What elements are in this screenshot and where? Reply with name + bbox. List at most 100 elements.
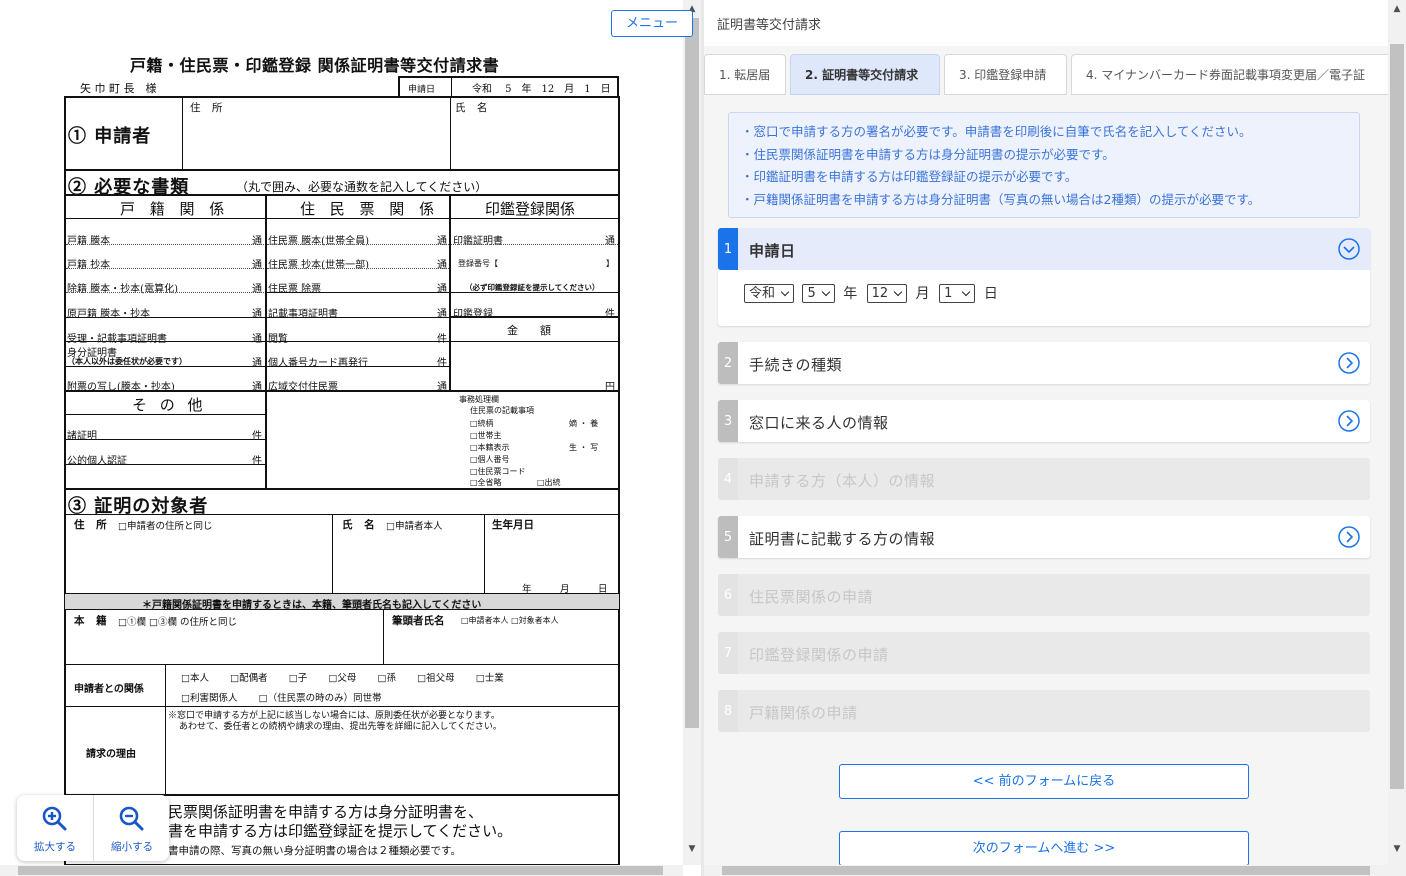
scroll-up-arrow-icon[interactable]: ▲ bbox=[1388, 2, 1406, 16]
unit-label: 通 bbox=[437, 236, 447, 247]
prev-form-button[interactable]: << 前のフォームに戻る bbox=[839, 764, 1249, 799]
year-unit: 年 bbox=[843, 286, 858, 302]
section-number: 7 bbox=[718, 632, 738, 674]
section-title: 窓口に来る人の情報 bbox=[749, 414, 889, 432]
scrollbar-thumb[interactable] bbox=[18, 866, 663, 875]
scrollbar-thumb[interactable] bbox=[1390, 44, 1404, 789]
unit-label: 件 bbox=[437, 334, 447, 345]
form-pane: 証明書等交付請求 1. 転居届 2. 証明書等交付請求 3. 印鑑登録申請 4.… bbox=[704, 0, 1388, 865]
section-family-register-request: 8 戸籍関係の申請 bbox=[718, 690, 1370, 732]
office-item: □個人番号 bbox=[470, 455, 510, 464]
month-select[interactable]: 12 bbox=[866, 283, 908, 303]
chevron-right-icon[interactable] bbox=[1338, 352, 1360, 374]
relation-option: □子 bbox=[288, 673, 308, 684]
top-bar: 証明書等交付請求 bbox=[704, 0, 1388, 46]
scrollbar-corner bbox=[1388, 865, 1406, 876]
section-number: 8 bbox=[718, 690, 738, 732]
inkan-bracket-close: 】 bbox=[606, 259, 614, 268]
sec3-dob-label: 生年月日 bbox=[492, 519, 534, 531]
scrollbar-thumb[interactable] bbox=[685, 18, 699, 728]
unit-label: 通 bbox=[605, 236, 615, 247]
amount-label: 金 額 bbox=[507, 324, 551, 337]
next-form-button[interactable]: 次のフォームへ進む >> bbox=[839, 831, 1249, 865]
section-resident-record-request: 6 住民票関係の申請 bbox=[718, 574, 1370, 616]
chevron-right-icon[interactable] bbox=[1338, 410, 1360, 432]
date-row: 令和 5 年 12 月 1 日 bbox=[744, 283, 1003, 305]
section-title: 証明書に記載する方の情報 bbox=[749, 530, 936, 548]
month-unit: 月 bbox=[915, 286, 930, 302]
unit-label: 通 bbox=[252, 309, 262, 320]
unit-label: 件 bbox=[437, 358, 447, 369]
app-title: 証明書等交付請求 bbox=[717, 18, 822, 33]
sec3-address-label: 住 所 bbox=[74, 519, 111, 531]
relation-option: □（住民票の時のみ）同世帯 bbox=[258, 693, 382, 704]
section-title: 印鑑登録関係の申請 bbox=[749, 646, 889, 664]
relation-label: 申請者との関係 bbox=[74, 684, 144, 695]
chevron-right-icon[interactable] bbox=[1338, 526, 1360, 548]
form-horizontal-scrollbar[interactable] bbox=[704, 865, 1388, 876]
preview-horizontal-scrollbar[interactable] bbox=[0, 865, 683, 876]
office-title: 事務処理欄 bbox=[459, 395, 499, 404]
day-unit: 日 bbox=[983, 286, 998, 302]
chevron-down-icon[interactable] bbox=[1338, 238, 1360, 260]
section-number: 1 bbox=[718, 228, 738, 270]
office-item: 嫡 ・ 養 bbox=[569, 419, 599, 428]
office-item: □全省略 bbox=[470, 478, 502, 487]
request-date-label: 申請日 bbox=[408, 85, 436, 95]
era-select[interactable]: 令和 bbox=[744, 283, 795, 303]
relation-option: □父母 bbox=[328, 673, 357, 684]
unit-label: 通 bbox=[437, 284, 447, 295]
section-procedure-type[interactable]: 2 手続きの種類 bbox=[718, 342, 1370, 384]
section-number: 6 bbox=[718, 574, 738, 616]
section-applicant-info: 4 申請する方（本人）の情報 bbox=[718, 458, 1370, 500]
honseki-label: 本 籍 bbox=[74, 615, 111, 627]
hitto-option: □申請者本人 □対象者本人 bbox=[461, 616, 559, 625]
zoom-out-icon bbox=[119, 806, 144, 831]
menu-button[interactable]: メニュー bbox=[611, 10, 693, 37]
section-certificate-subject-info[interactable]: 5 証明書に記載する方の情報 bbox=[718, 516, 1370, 558]
footer-line: 書を申請する方は印鑑登録証を提示してください。 bbox=[168, 822, 513, 840]
unit-label: 通 bbox=[252, 260, 262, 271]
tab-moving[interactable]: 1. 転居届 bbox=[704, 54, 786, 95]
notice-line: ・戸籍関係証明書を申請する方は身分証明書（写真の無い場合は2種類）の提示が必要で… bbox=[741, 191, 1261, 207]
unit-label: 通 bbox=[437, 260, 447, 271]
document-title: 戸籍・住民票・印鑑登録 関係証明書等交付請求書 bbox=[130, 56, 500, 75]
notice-line: ・住民票関係証明書を申請する方は身分証明書の提示が必要です。 bbox=[741, 146, 1115, 162]
preview-vertical-scrollbar[interactable]: ▲ ▼ bbox=[683, 0, 701, 865]
relation-option: □利害関係人 bbox=[181, 693, 238, 704]
zoom-in-icon bbox=[42, 806, 67, 831]
zoom-in-button[interactable]: 拡大する bbox=[17, 795, 93, 861]
form-content: ・窓口で申請する方の署名が必要です。申請書を印刷後に自筆で氏名を記入してください… bbox=[704, 96, 1388, 865]
form-tabs: 1. 転居届 2. 証明書等交付請求 3. 印鑑登録申請 4. マイナンバーカー… bbox=[704, 52, 1388, 96]
office-item: 生 ・ 写 bbox=[569, 443, 599, 452]
section-visitor-info[interactable]: 3 窓口に来る人の情報 bbox=[718, 400, 1370, 442]
tab-certificate-request[interactable]: 2. 証明書等交付請求 bbox=[790, 54, 940, 95]
form-vertical-scrollbar[interactable]: ▲ ▼ bbox=[1388, 0, 1406, 865]
request-form-document: 戸籍・住民票・印鑑登録 関係証明書等交付請求書 矢 巾 町 長 様 申請日 令和… bbox=[0, 0, 683, 865]
tab-seal-registration[interactable]: 3. 印鑑登録申請 bbox=[944, 54, 1067, 95]
zoom-controls: 拡大する 縮小する bbox=[17, 795, 169, 861]
notice-line: ・印鑑証明書を申請する方は印鑑登録証の提示が必要です。 bbox=[741, 169, 1078, 184]
section-title: 申請日 bbox=[749, 242, 796, 260]
request-date-value: 令和 5 年 12 月 1 日 bbox=[472, 84, 611, 95]
section-title: 戸籍関係の申請 bbox=[749, 704, 858, 722]
section-request-date: 1 申請日 令和 5 年 12 月 1 日 bbox=[718, 228, 1370, 326]
other-label: そ の 他 bbox=[132, 396, 207, 414]
office-item: □住民票コード bbox=[470, 467, 526, 476]
scroll-down-arrow-icon[interactable]: ▼ bbox=[683, 842, 701, 856]
tab-mynumber-card-change[interactable]: 4. マイナンバーカード券面記載事項変更届／電子証 bbox=[1071, 54, 1388, 95]
section-number: 5 bbox=[718, 516, 738, 558]
section-number: 3 bbox=[718, 400, 738, 442]
office-item: 住民票の記載事項 bbox=[470, 406, 534, 415]
col-koseki: 戸 籍 関 係 bbox=[120, 200, 230, 218]
scrollbar-thumb[interactable] bbox=[722, 866, 1370, 875]
day-select[interactable]: 1 bbox=[939, 283, 976, 303]
unit-label: 通 bbox=[252, 284, 262, 295]
reason-note: あわせて、委任者との続柄や請求の理由、提出先等を詳細に記入してください。 bbox=[179, 722, 502, 732]
year-select[interactable]: 5 bbox=[802, 283, 835, 303]
addressee: 矢 巾 町 長 様 bbox=[80, 82, 157, 95]
zoom-out-button[interactable]: 縮小する bbox=[94, 795, 170, 861]
section-header[interactable] bbox=[718, 228, 1370, 270]
scroll-down-arrow-icon[interactable]: ▼ bbox=[1388, 842, 1406, 856]
section-title: 手続きの種類 bbox=[749, 356, 843, 374]
